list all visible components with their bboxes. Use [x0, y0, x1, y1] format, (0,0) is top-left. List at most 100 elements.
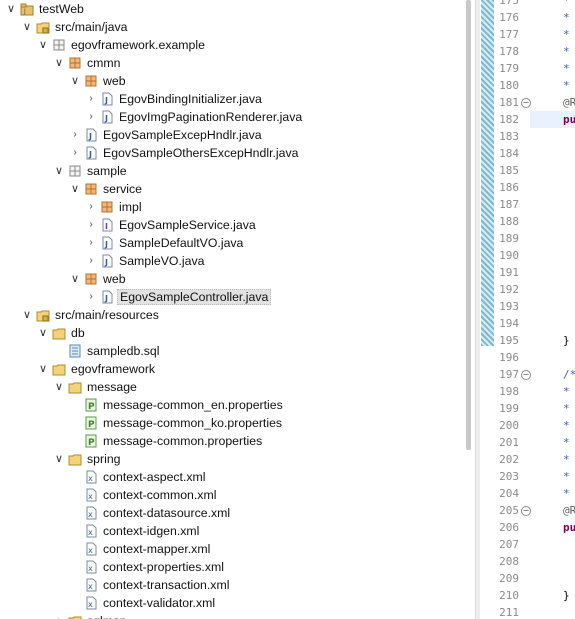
xml-file-icon: x — [84, 596, 98, 610]
chevron-right-icon[interactable]: › — [86, 237, 96, 249]
code-editor[interactable]: 175 * 176 * 177 * 178 * 179 * 180 * 181− @R 182 pu 183 18… — [481, 0, 575, 619]
code-line[interactable]: * — [563, 0, 570, 9]
line-number: 207 — [499, 538, 519, 551]
tree-item-label: EgovSampleService.java — [119, 218, 256, 232]
line-number: 203 — [499, 470, 519, 483]
tree-row[interactable]: ∨ service — [0, 180, 462, 198]
chevron-right-icon[interactable]: › — [86, 255, 96, 267]
chevron-down-icon[interactable]: ∨ — [22, 21, 32, 33]
chevron-right-icon[interactable]: › — [70, 129, 80, 141]
chevron-right-icon[interactable]: › — [86, 201, 96, 213]
tree-row[interactable]: ∨ cmmn — [0, 54, 462, 72]
chevron-down-icon[interactable]: ∨ — [54, 57, 64, 69]
fold-toggle-icon[interactable]: − — [521, 98, 531, 108]
tree-row[interactable]: x context-aspect.xml — [0, 468, 462, 486]
chevron-right-icon[interactable]: › — [70, 147, 80, 159]
pane-divider[interactable] — [475, 0, 480, 619]
tree-row[interactable]: Pmessage-common_en.properties — [0, 396, 462, 414]
folder-icon — [52, 362, 66, 376]
tree-row[interactable]: ∨ db — [0, 324, 462, 342]
tree-row[interactable]: x context-mapper.xml — [0, 540, 462, 558]
tree-row[interactable]: ∨ sample — [0, 162, 462, 180]
tree-row[interactable]: x context-datasource.xml — [0, 504, 462, 522]
package-orange-icon — [84, 74, 98, 88]
line-number: 187 — [499, 198, 519, 211]
code-line[interactable]: * — [563, 400, 570, 417]
line-number: 201 — [499, 436, 519, 449]
code-line[interactable]: * — [563, 26, 570, 43]
tree-row[interactable]: › sqlmap — [0, 612, 462, 619]
code-line[interactable]: /* — [563, 366, 575, 383]
tree-row[interactable]: x context-idgen.xml — [0, 522, 462, 540]
code-line[interactable]: * — [563, 451, 570, 468]
svg-text:P: P — [88, 420, 95, 430]
code-line[interactable]: } — [563, 332, 570, 349]
java-file-icon: J — [100, 254, 114, 268]
chevron-down-icon[interactable]: ∨ — [38, 327, 48, 339]
code-line[interactable]: * — [563, 9, 570, 26]
chevron-down-icon[interactable]: ∨ — [70, 75, 80, 87]
chevron-right-icon[interactable]: › — [54, 615, 64, 619]
folder-icon — [52, 326, 66, 340]
fold-toggle-icon[interactable]: − — [521, 370, 531, 380]
chevron-down-icon[interactable]: ∨ — [38, 39, 48, 51]
tree-row[interactable]: x context-properties.xml — [0, 558, 462, 576]
tree-row[interactable]: sampledb.sql — [0, 342, 462, 360]
code-line[interactable]: pu — [563, 111, 575, 128]
code-line[interactable]: * — [563, 468, 570, 485]
tree-row[interactable]: ∨ egovframework — [0, 360, 462, 378]
tree-item-label: message — [87, 380, 137, 394]
code-line[interactable]: } — [563, 587, 570, 604]
tree-row[interactable]: ∨ message — [0, 378, 462, 396]
tree-row[interactable]: › J EgovImgPaginationRenderer.java — [0, 108, 462, 126]
tree-row[interactable]: › J SampleDefaultVO.java — [0, 234, 462, 252]
chevron-right-icon[interactable]: › — [86, 93, 96, 105]
tree-row[interactable]: ∨ egovframework.example — [0, 36, 462, 54]
tree-row[interactable]: ∨ spring — [0, 450, 462, 468]
tree-row[interactable]: x context-transaction.xml — [0, 576, 462, 594]
code-line[interactable]: * — [563, 60, 570, 77]
code-line[interactable]: pu — [563, 519, 575, 536]
tree-row[interactable]: › I EgovSampleService.java — [0, 216, 462, 234]
tree-row[interactable]: › J EgovSampleOthersExcepHndlr.java — [0, 144, 462, 162]
tree-row[interactable]: ∨ web — [0, 270, 462, 288]
tree-row[interactable]: ∨ JtestWeb — [0, 0, 462, 18]
java-file-icon: J — [84, 128, 98, 142]
code-line[interactable]: * — [563, 485, 570, 502]
tree-vertical-scrollbar[interactable] — [466, 0, 471, 450]
code-line[interactable]: * — [563, 77, 570, 94]
chevron-down-icon[interactable]: ∨ — [54, 381, 64, 393]
line-number: 193 — [499, 300, 519, 313]
code-line[interactable]: @R — [563, 94, 575, 111]
tree-row[interactable]: › impl — [0, 198, 462, 216]
chevron-down-icon[interactable]: ∨ — [6, 3, 16, 15]
chevron-down-icon[interactable]: ∨ — [38, 363, 48, 375]
code-line[interactable]: * — [563, 43, 570, 60]
tree-row[interactable]: x context-validator.xml — [0, 594, 462, 612]
chevron-down-icon[interactable]: ∨ — [22, 309, 32, 321]
chevron-down-icon[interactable]: ∨ — [54, 165, 64, 177]
package-explorer-tree[interactable]: ∨ JtestWeb ∨ src/main/java ∨ egovframework.ex… — [0, 0, 462, 619]
tree-row[interactable]: › J EgovSampleController.java — [0, 288, 462, 306]
tree-row[interactable]: › J EgovSampleExcepHndlr.java — [0, 126, 462, 144]
tree-item-label: context-properties.xml — [103, 560, 224, 574]
chevron-right-icon[interactable]: › — [86, 111, 96, 123]
tree-row[interactable]: ∨ src/main/java — [0, 18, 462, 36]
tree-row[interactable]: Pmessage-common_ko.properties — [0, 414, 462, 432]
tree-row[interactable]: ∨ web — [0, 72, 462, 90]
code-line[interactable]: @R — [563, 502, 575, 519]
tree-row[interactable]: › J SampleVO.java — [0, 252, 462, 270]
chevron-down-icon[interactable]: ∨ — [54, 453, 64, 465]
chevron-right-icon[interactable]: › — [86, 219, 96, 231]
chevron-right-icon[interactable]: › — [86, 291, 96, 303]
code-line[interactable]: * — [563, 434, 570, 451]
code-line[interactable]: * — [563, 383, 570, 400]
tree-row[interactable]: x context-common.xml — [0, 486, 462, 504]
code-line[interactable]: * — [563, 417, 570, 434]
tree-row[interactable]: › J EgovBindingInitializer.java — [0, 90, 462, 108]
tree-row[interactable]: Pmessage-common.properties — [0, 432, 462, 450]
chevron-down-icon[interactable]: ∨ — [70, 183, 80, 195]
fold-toggle-icon[interactable]: − — [521, 506, 531, 516]
chevron-down-icon[interactable]: ∨ — [70, 273, 80, 285]
tree-row[interactable]: ∨ src/main/resources — [0, 306, 462, 324]
